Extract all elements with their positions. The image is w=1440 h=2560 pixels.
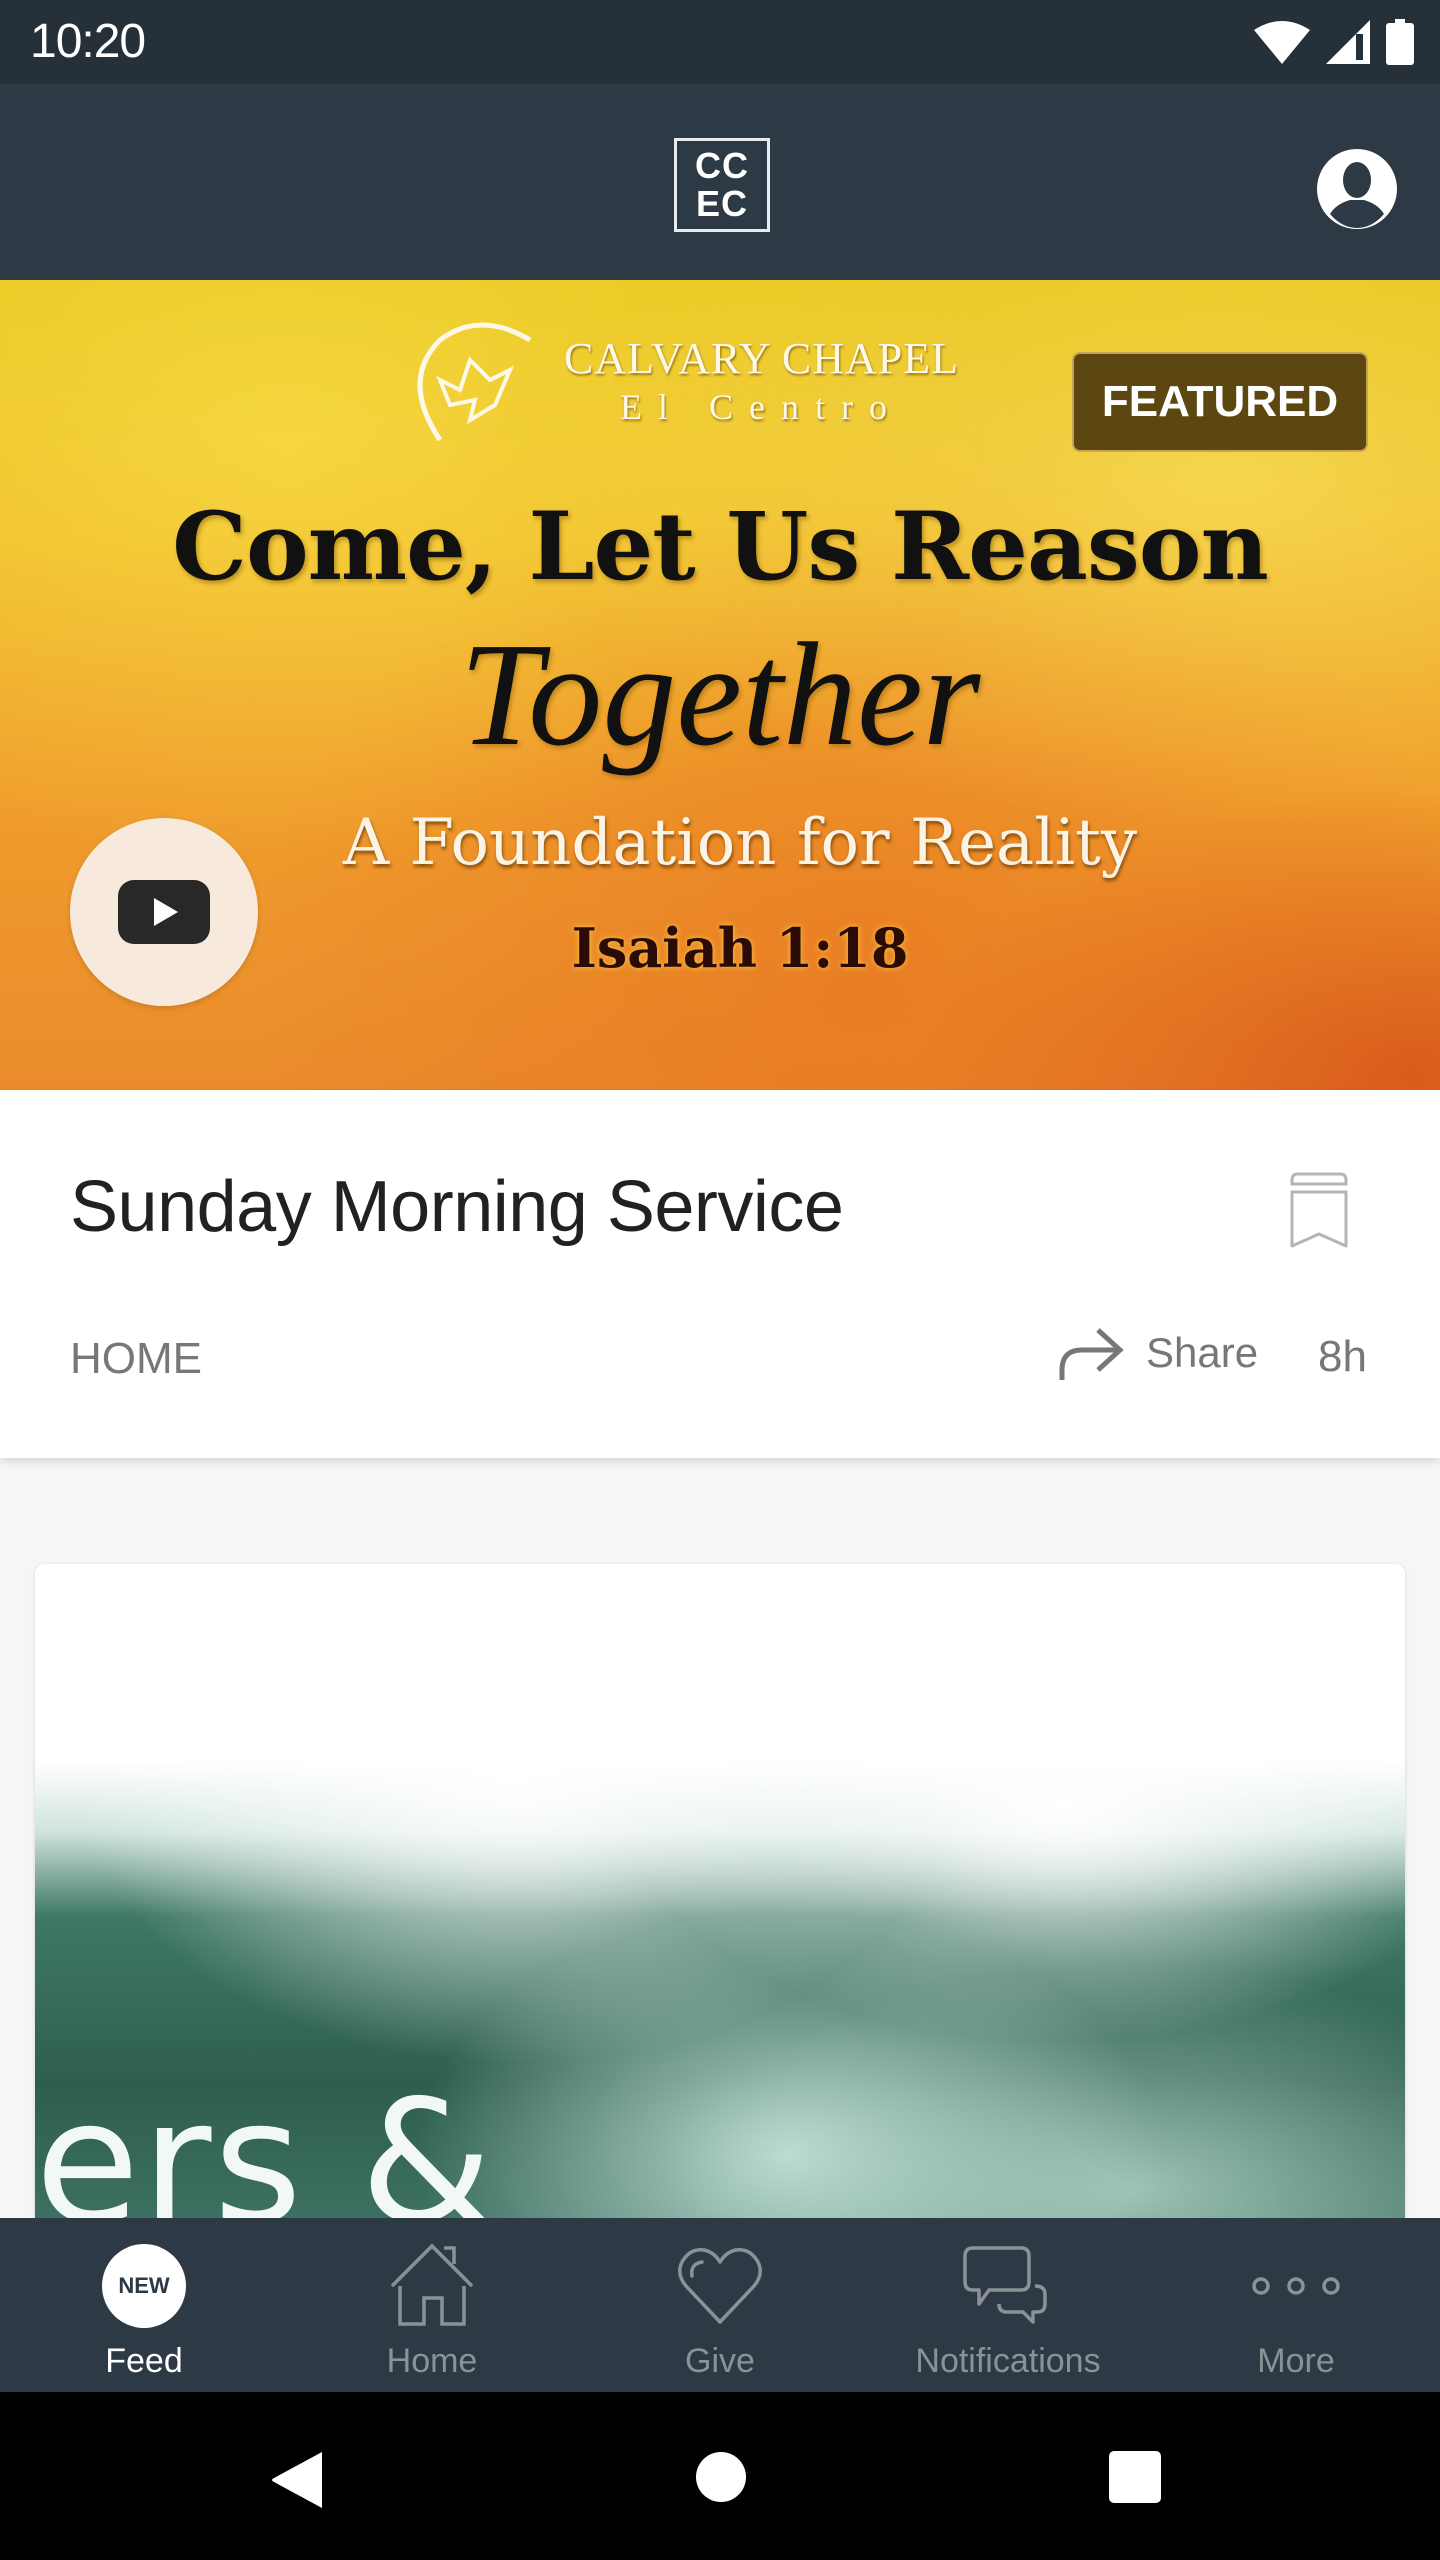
bottom-navigation: NEW Feed Home Give Notifications More [0, 2218, 1440, 2392]
youtube-play-icon [118, 880, 210, 944]
new-badge-icon: NEW [102, 2244, 186, 2328]
church-brand: CALVARY CHAPEL El Centro [400, 310, 959, 450]
more-dots-icon [1252, 2277, 1340, 2295]
logo-line2: EC [695, 183, 748, 224]
post-title[interactable]: Sunday Morning Service [70, 1166, 844, 1248]
dove-emblem-icon [417, 322, 532, 442]
recents-icon[interactable] [1108, 2450, 1162, 2504]
post-age: 8h [1318, 1332, 1367, 1381]
nav-label: Notifications [915, 2342, 1101, 2380]
house-icon [390, 2243, 474, 2326]
featured-badge: FEATURED [1072, 352, 1368, 452]
status-bar: 10:20 [0, 0, 1440, 84]
featured-post-card[interactable]: Sunday Morning Service HOME Share 8h [0, 1090, 1440, 1458]
status-icons [1254, 18, 1414, 66]
nav-label: Home [386, 2342, 478, 2380]
nav-item-notifications[interactable]: Notifications [864, 2218, 1152, 2392]
church-name-line2: El Centro [620, 386, 903, 427]
share-arrow-icon [1059, 1328, 1124, 1380]
featured-hero-image[interactable]: CALVARY CHAPEL El Centro FEATURED Come, … [0, 280, 1440, 1090]
nav-label: Give [685, 2342, 755, 2380]
feed-card[interactable]: ers & [35, 1564, 1405, 2324]
nav-label: Feed [105, 2342, 183, 2380]
chat-bubbles-icon [963, 2246, 1047, 2324]
account-circle-icon[interactable] [1316, 148, 1398, 230]
heart-icon [678, 2248, 762, 2324]
status-time: 10:20 [30, 15, 146, 68]
nav-item-home[interactable]: Home [288, 2218, 576, 2392]
bookmark-icon[interactable] [1288, 1170, 1350, 1250]
nav-item-feed[interactable]: NEW Feed [0, 2218, 288, 2392]
share-button[interactable]: Share [1058, 1326, 1258, 1380]
post-category[interactable]: HOME [70, 1334, 202, 1384]
youtube-play-button[interactable] [70, 818, 258, 1006]
nav-item-give[interactable]: Give [576, 2218, 864, 2392]
logo-line1: CC [695, 145, 749, 186]
nav-item-more[interactable]: More [1152, 2218, 1440, 2392]
sermon-series-title: Come, Let Us Reason [172, 492, 1269, 602]
battery-icon [1386, 19, 1414, 65]
cell-signal-icon [1326, 20, 1370, 64]
sermon-series-script-title: Together [459, 613, 981, 777]
back-icon[interactable] [270, 2450, 326, 2510]
app-bar: CC EC [0, 84, 1440, 280]
church-name-line1: CALVARY CHAPEL [564, 333, 960, 383]
system-navigation-bar [0, 2392, 1440, 2560]
church-logo[interactable]: CC EC [674, 138, 770, 232]
nav-label: More [1257, 2342, 1335, 2380]
share-label: Share [1146, 1329, 1259, 1376]
home-circle-icon[interactable] [694, 2450, 748, 2504]
wifi-icon [1254, 21, 1310, 64]
